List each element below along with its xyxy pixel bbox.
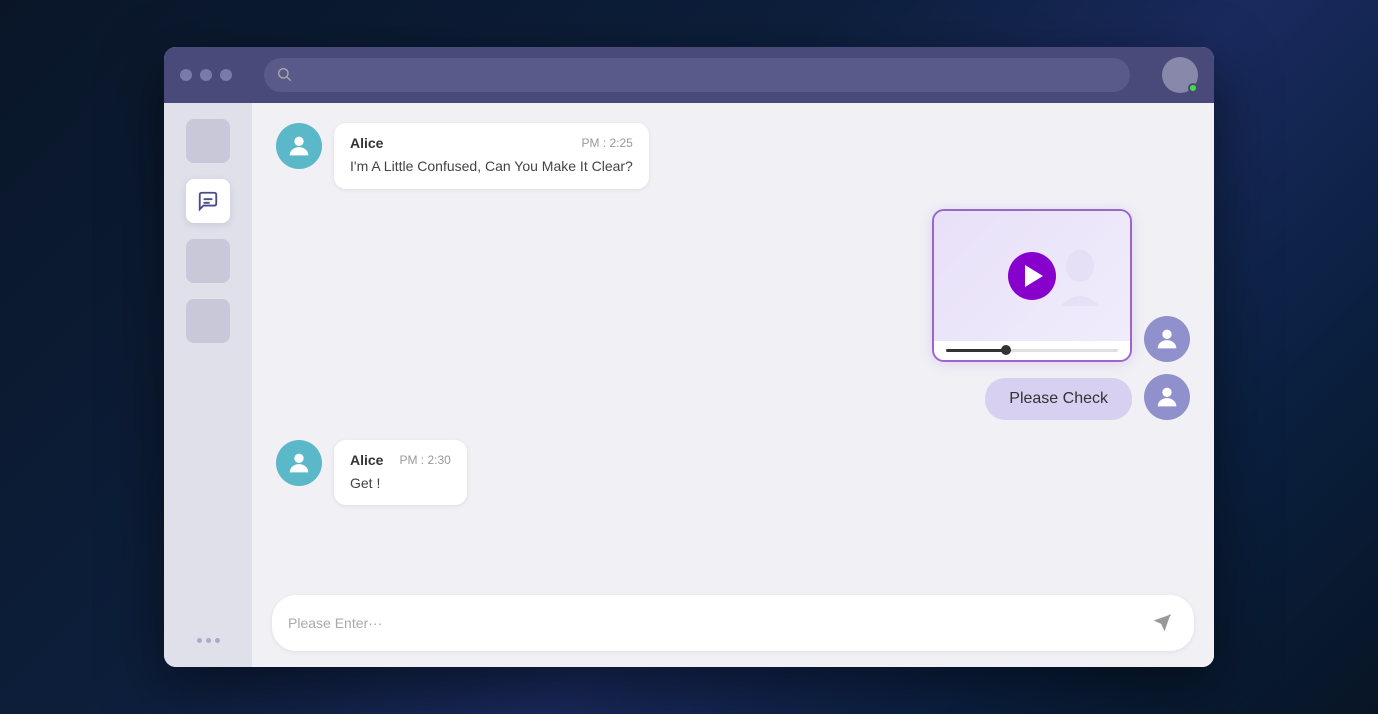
right-messages-group: Please Check: [932, 209, 1190, 420]
please-check-message: Please Check: [985, 378, 1132, 420]
sidebar: [164, 103, 252, 667]
sidebar-dot-2: [206, 638, 211, 643]
table-row: Please Check: [985, 374, 1190, 420]
video-preview: [934, 211, 1130, 341]
sidebar-more-dots: [197, 638, 220, 651]
avatar: [276, 123, 322, 169]
sidebar-dot-3: [215, 638, 220, 643]
send-button[interactable]: [1146, 607, 1178, 639]
sidebar-dot-1: [197, 638, 202, 643]
message-text: Get !: [350, 474, 451, 494]
dot-3: [220, 69, 232, 81]
sidebar-item-chat[interactable]: [186, 179, 230, 223]
progress-track: [946, 349, 1118, 352]
avatar: [1144, 316, 1190, 362]
main-content: Alice PM : 2:25 I'm A Little Confused, C…: [164, 103, 1214, 667]
chat-panel: Alice PM : 2:25 I'm A Little Confused, C…: [252, 103, 1214, 667]
search-bar[interactable]: [264, 58, 1130, 92]
avatar: [1144, 374, 1190, 420]
search-icon: [276, 66, 292, 85]
message-sender: Alice: [350, 452, 383, 468]
dot-2: [200, 69, 212, 81]
sidebar-item-home[interactable]: [186, 119, 230, 163]
play-button[interactable]: [1008, 252, 1056, 300]
sidebar-item-grid[interactable]: [186, 239, 230, 283]
chat-input[interactable]: Please Enter···: [288, 615, 1146, 631]
message-text: I'm A Little Confused, Can You Make It C…: [350, 157, 633, 177]
chat-input-area: Please Enter···: [252, 583, 1214, 667]
video-progress-bar: [934, 341, 1130, 360]
window-controls: [180, 69, 232, 81]
message-sender: Alice: [350, 135, 383, 151]
message-bubble: Alice PM : 2:25 I'm A Little Confused, C…: [334, 123, 649, 189]
video-silhouette: [1050, 246, 1110, 331]
online-status-dot: [1188, 83, 1198, 93]
user-avatar-status: [1162, 57, 1198, 93]
progress-fill: [946, 349, 1006, 352]
video-message[interactable]: [932, 209, 1132, 362]
table-row: Alice PM : 2:30 Get !: [276, 440, 1190, 506]
message-bubble: Alice PM : 2:30 Get !: [334, 440, 467, 506]
message-time: PM : 2:30: [399, 453, 450, 467]
title-bar: [164, 47, 1214, 103]
message-header: Alice PM : 2:30: [350, 452, 451, 468]
progress-thumb: [1001, 345, 1011, 355]
chat-input-wrap[interactable]: Please Enter···: [272, 595, 1194, 651]
app-window: Alice PM : 2:25 I'm A Little Confused, C…: [164, 47, 1214, 667]
chat-messages: Alice PM : 2:25 I'm A Little Confused, C…: [252, 103, 1214, 583]
avatar: [276, 440, 322, 486]
table-row: Alice PM : 2:25 I'm A Little Confused, C…: [276, 123, 1190, 189]
sidebar-item-settings[interactable]: [186, 299, 230, 343]
table-row: [932, 209, 1190, 362]
dot-1: [180, 69, 192, 81]
message-time: PM : 2:25: [581, 136, 632, 150]
message-header: Alice PM : 2:25: [350, 135, 633, 151]
